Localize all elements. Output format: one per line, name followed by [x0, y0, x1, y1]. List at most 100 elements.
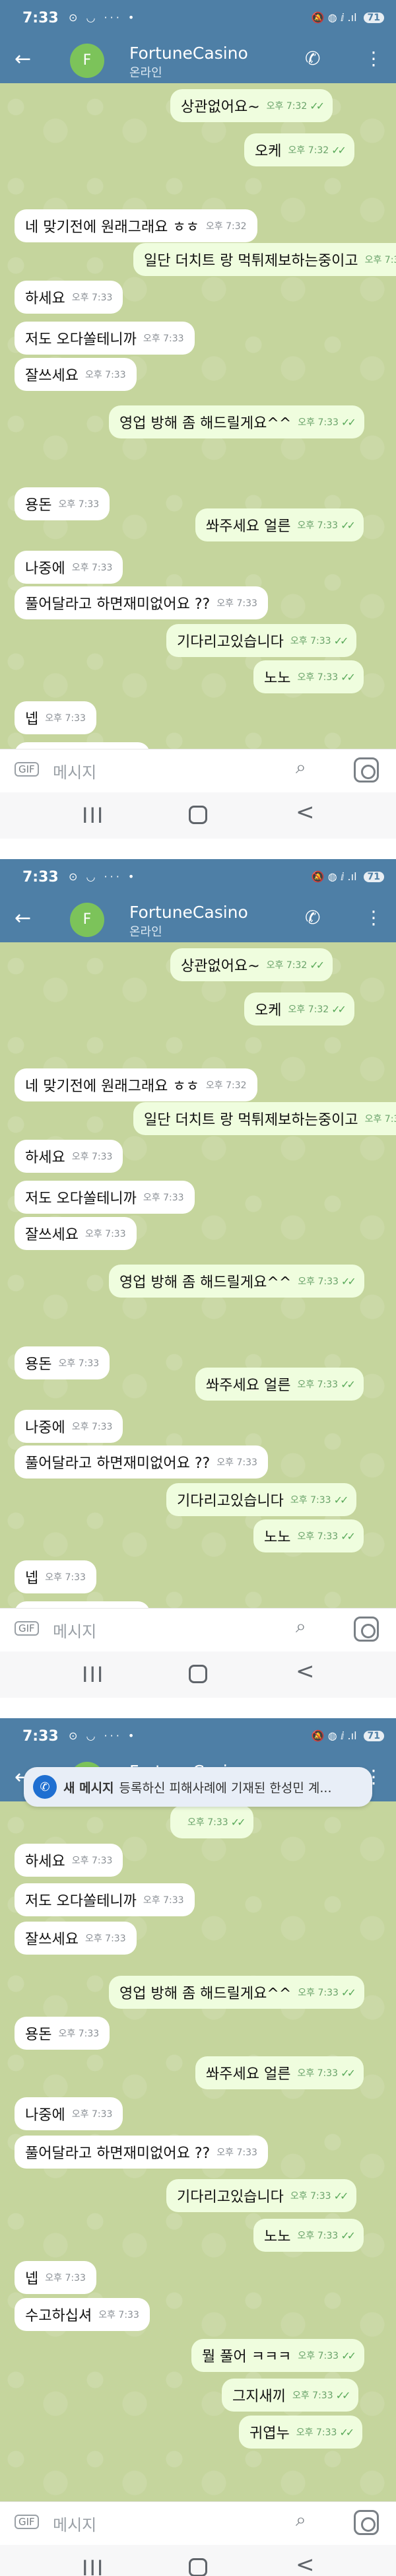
incoming-message-bubble[interactable]: 넵 오후 7:33 — [15, 2261, 96, 2294]
gif-button[interactable]: GIF — [15, 762, 39, 777]
incoming-message-bubble[interactable]: 네 맞기전에 원래그래요 ㅎㅎ 오후 7:32 — [15, 209, 257, 242]
status-right-icons: 🔕 ◍ ⅈ .ıl 71 — [312, 870, 384, 883]
message-text: 나중에 — [25, 2107, 65, 2124]
nav-back-icon[interactable]: < — [296, 799, 315, 825]
message-time: 오후 7:33 — [84, 370, 126, 380]
outgoing-message-bubble[interactable]: 기다리고있습니다 오후 7:33 ✓✓ — [166, 624, 357, 657]
chat-area[interactable]: 상관없어요~ 오후 7:32 ✓✓ 오케 오후 7:32 ✓✓ 네 맞기전에 원래그래요 ㅎ… — [0, 942, 396, 1608]
nav-back-icon[interactable]: < — [296, 1658, 315, 1685]
outgoing-message-bubble[interactable]: 상관없어요~ 오후 7:32 ✓✓ — [170, 948, 333, 981]
gif-button[interactable]: GIF — [15, 1621, 39, 1636]
outgoing-message-bubble[interactable]: 귀엽누 오후 7:33 ✓✓ — [239, 2416, 363, 2449]
incoming-message-bubble[interactable]: 풀어달라고 하면재미없어요 ?? 오후 7:33 — [15, 586, 268, 619]
camera-icon[interactable] — [354, 1617, 379, 1642]
outgoing-message-bubble[interactable]: 영업 방해 좀 해드릴게요^^ 오후 7:33 ✓✓ — [109, 405, 364, 438]
camera-icon[interactable] — [354, 757, 379, 783]
message-input[interactable]: 메시지 — [53, 1619, 96, 1642]
status-bar: 7:33 ⊙ ◡ ··· • 🔕 ◍ ⅈ .ıl 71 — [0, 1718, 396, 1757]
incoming-message-bubble[interactable]: 풀어달라고 하면재미없어요 ?? 오후 7:33 — [15, 1445, 268, 1479]
incoming-message-bubble[interactable]: 저도 오다쏠테니까 오후 7:33 — [15, 322, 195, 355]
outgoing-message-bubble[interactable]: 영업 방해 좀 해드릴게요^^ 오후 7:33 ✓✓ — [109, 1265, 364, 1298]
incoming-message-bubble[interactable]: 잘쓰세요 오후 7:33 — [15, 1922, 137, 1955]
attach-icon[interactable]: ⌕ — [296, 756, 306, 779]
outgoing-message-bubble[interactable]: 기다리고있습니다 오후 7:33 ✓✓ — [166, 1483, 357, 1516]
phone-call-icon[interactable]: ✆ — [305, 48, 320, 69]
recent-apps-icon[interactable]: III — [82, 803, 104, 828]
incoming-message-bubble[interactable]: 잘쓰세요 오후 7:33 — [15, 358, 137, 391]
incoming-message-bubble[interactable]: 하세요 오후 7:33 — [15, 1140, 123, 1173]
message-text: 귀엽누 — [249, 2425, 290, 2442]
message-time: 오후 7:33 — [71, 1152, 113, 1162]
incoming-message-bubble[interactable]: 나중에 오후 7:33 — [15, 551, 123, 584]
incoming-message-bubble[interactable]: 수고하십셔오후 7:33 — [15, 1601, 150, 1608]
status-time: 7:33 — [22, 869, 59, 886]
read-checkmarks-icon: ✓✓ — [333, 634, 349, 647]
attach-icon[interactable]: ⌕ — [296, 2509, 306, 2531]
outgoing-message-bubble[interactable]: 쏴주세요 얼른 오후 7:33 ✓✓ — [195, 508, 364, 541]
message-input[interactable]: 메시지 — [53, 2512, 96, 2535]
incoming-message-bubble[interactable]: 하세요 오후 7:33 — [15, 281, 123, 314]
status-notification-icons: ⊙ ◡ ··· • — [69, 870, 137, 883]
chat-area[interactable]: 상관없어요~ 오후 7:32 ✓✓ 오케 오후 7:32 ✓✓ 네 맞기전에 원래그래요 ㅎ… — [0, 83, 396, 749]
outgoing-message-bubble[interactable]: 노노 오후 7:33 ✓✓ — [253, 660, 364, 693]
message-input[interactable]: 메시지 — [53, 759, 96, 783]
message-text: 풀어달라고 하면재미없어요 ?? — [25, 596, 211, 613]
incoming-message-bubble[interactable]: 용돈 오후 7:33 — [15, 2017, 110, 2050]
incoming-message-bubble[interactable]: 저도 오다쏠테니까 오후 7:33 — [15, 1181, 195, 1214]
outgoing-message-bubble[interactable]: 상관없어요~ 오후 7:32 ✓✓ — [170, 89, 333, 122]
message-text: 넵 — [25, 711, 39, 728]
outgoing-message-bubble[interactable]: 오케 오후 7:32 ✓✓ — [244, 133, 354, 166]
message-time: 오후 7:32 — [266, 101, 308, 112]
outgoing-message-bubble[interactable]: 일단 더치트 랑 먹튀제보하는중이고오후 7:33✓✓ — [133, 243, 396, 276]
chat-title[interactable]: FortuneCasino — [129, 44, 248, 63]
back-arrow-icon[interactable]: ← — [15, 48, 31, 71]
incoming-message-bubble[interactable]: 넵 오후 7:33 — [15, 1560, 96, 1593]
avatar[interactable]: F — [70, 903, 104, 937]
phone-call-icon[interactable]: ✆ — [305, 907, 320, 928]
outgoing-message-bubble[interactable]: 쏴주세요 얼른 오후 7:33 ✓✓ — [195, 2056, 364, 2089]
incoming-message-bubble[interactable]: 나중에 오후 7:33 — [15, 1410, 123, 1443]
message-time: 오후 7:33 — [71, 563, 113, 573]
incoming-notification-banner[interactable]: ✆ 새 메시지 등록하신 피해사례에 기재된 한성민 계... — [24, 1767, 372, 1807]
incoming-message-bubble[interactable]: 나중에 오후 7:33 — [15, 2097, 123, 2130]
camera-icon[interactable] — [354, 2510, 379, 2535]
home-icon[interactable] — [189, 806, 207, 824]
incoming-message-bubble[interactable]: 풀어달라고 하면재미없어요 ?? 오후 7:33 — [15, 2136, 268, 2169]
chat-area[interactable]: 오후 7:33 ✓✓ 하세요 오후 7:33 저도 오다쏠테니까 오후 7:33 잘쓰세요 오… — [0, 1801, 396, 2501]
outgoing-message-bubble[interactable]: 노노 오후 7:33 ✓✓ — [253, 1519, 364, 1552]
back-arrow-icon[interactable]: ← — [15, 907, 31, 930]
recent-apps-icon[interactable]: III — [82, 1662, 104, 1687]
outgoing-message-bubble[interactable]: 뭘 풀어 ㅋㅋㅋ 오후 7:33 ✓✓ — [191, 2339, 364, 2372]
incoming-message-bubble[interactable]: 수고하십셔오후 7:33 — [15, 742, 150, 749]
outgoing-message-bubble[interactable]: 기다리고있습니다 오후 7:33 ✓✓ — [166, 2179, 357, 2212]
outgoing-message-bubble[interactable]: 오후 7:33 ✓✓ — [170, 1805, 254, 1838]
incoming-message-bubble[interactable]: 저도 오다쏠테니까 오후 7:33 — [15, 1883, 195, 1916]
gif-button[interactable]: GIF — [15, 2515, 39, 2529]
message-text: 기다리고있습니다 — [177, 634, 284, 650]
incoming-message-bubble[interactable]: 수고하십셔오후 7:33 — [15, 2298, 150, 2331]
read-checkmarks-icon: ✓✓ — [230, 1815, 246, 1828]
home-icon[interactable] — [189, 1665, 207, 1683]
message-time: 오후 7:33 — [216, 598, 257, 609]
outgoing-message-bubble[interactable]: 오케 오후 7:32 ✓✓ — [244, 992, 354, 1026]
outgoing-message-bubble[interactable]: 그지새끼 오후 7:33 ✓✓ — [222, 2379, 359, 2412]
incoming-message-bubble[interactable]: 네 맞기전에 원래그래요 ㅎㅎ 오후 7:32 — [15, 1068, 257, 1101]
incoming-message-bubble[interactable]: 넵 오후 7:33 — [15, 701, 96, 734]
message-text: 저도 오다쏠테니까 — [25, 1191, 137, 1207]
nav-back-icon[interactable]: < — [296, 2552, 315, 2576]
attach-icon[interactable]: ⌕ — [296, 1615, 306, 1638]
more-options-icon[interactable]: ⋮ — [364, 907, 383, 928]
recent-apps-icon[interactable]: III — [82, 2556, 104, 2576]
outgoing-message-bubble[interactable]: 영업 방해 좀 해드릴게요^^ 오후 7:33 ✓✓ — [109, 1976, 364, 2009]
outgoing-message-bubble[interactable]: 노노 오후 7:33 ✓✓ — [253, 2219, 364, 2252]
incoming-message-bubble[interactable]: 용돈 오후 7:33 — [15, 487, 110, 520]
chat-title[interactable]: FortuneCasino — [129, 903, 248, 922]
outgoing-message-bubble[interactable]: 쏴주세요 얼른 오후 7:33 ✓✓ — [195, 1368, 364, 1401]
home-icon[interactable] — [189, 2558, 207, 2576]
avatar[interactable]: F — [70, 44, 104, 78]
incoming-message-bubble[interactable]: 하세요 오후 7:33 — [15, 1844, 123, 1877]
incoming-message-bubble[interactable]: 잘쓰세요 오후 7:33 — [15, 1217, 137, 1250]
more-options-icon[interactable]: ⋮ — [364, 48, 383, 69]
incoming-message-bubble[interactable]: 용돈 오후 7:33 — [15, 1346, 110, 1379]
outgoing-message-bubble[interactable]: 일단 더치트 랑 먹튀제보하는중이고오후 7:33✓✓ — [133, 1102, 396, 1135]
